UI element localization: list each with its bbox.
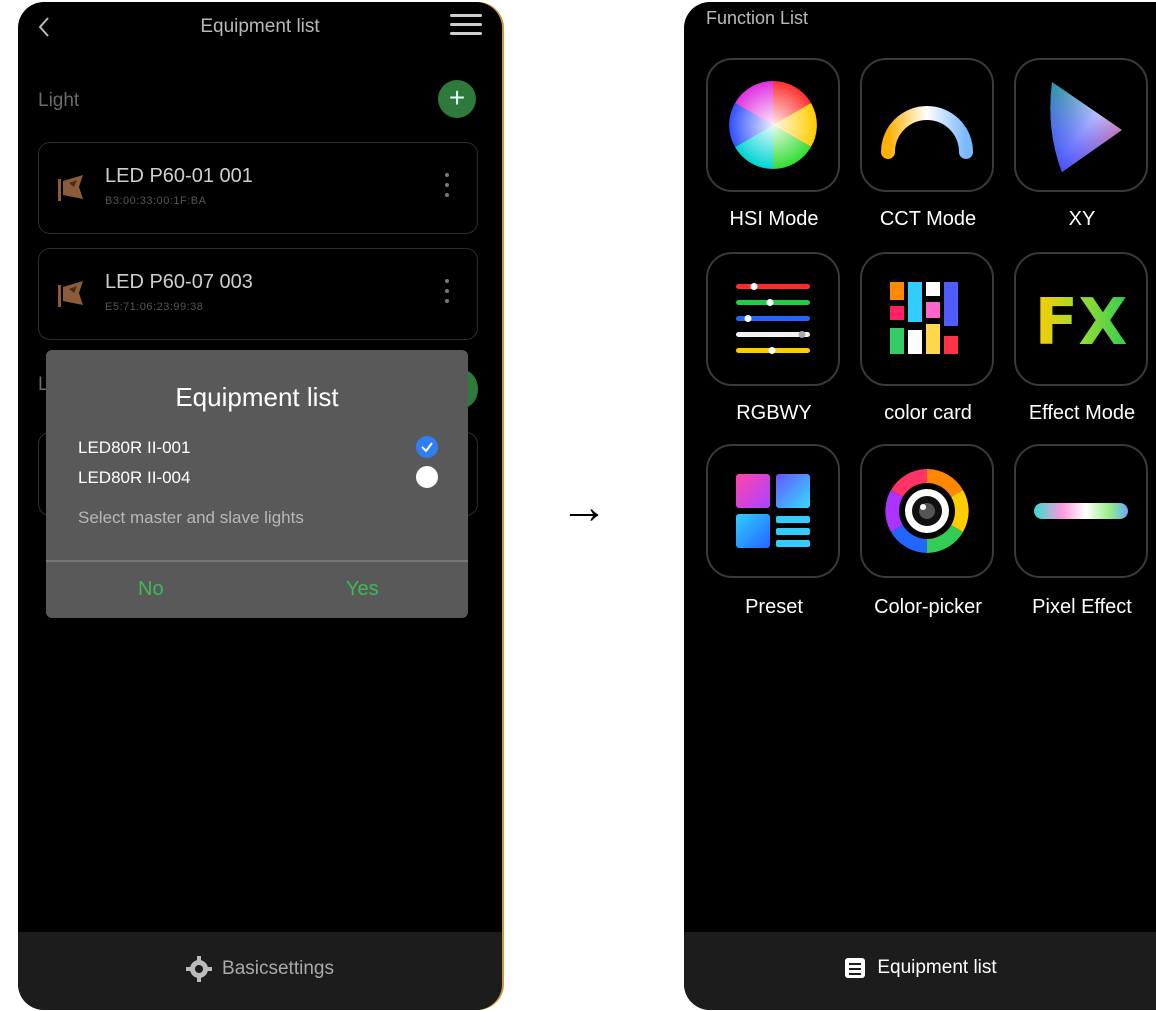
cct-arc-icon <box>881 106 973 159</box>
yes-button[interactable]: Yes <box>346 578 379 601</box>
function-label: XY <box>1068 208 1096 230</box>
xy-gamut-icon <box>1050 82 1122 172</box>
list-icon <box>845 958 866 978</box>
check-icon <box>421 442 433 453</box>
preset-button[interactable] <box>706 444 840 578</box>
transition-arrow: → <box>560 481 608 534</box>
hsi-color-wheel-icon <box>729 81 817 169</box>
light-device-icon <box>58 175 83 201</box>
basic-settings-label: Basicsettings <box>222 958 334 980</box>
function-label: CCT Mode <box>879 208 977 230</box>
function-list-title: Function List <box>706 8 809 28</box>
color-card-button[interactable] <box>860 252 994 386</box>
device-mac: B3:00:33:00:1F:BA <box>105 195 207 207</box>
device-card[interactable]: LED P60-01 001 B3:00:33:00:1F:BA <box>38 142 478 234</box>
equipment-list-screen: Equipment list Light + LED P60-01 001 B3… <box>18 2 502 1010</box>
device-name: LED P60-01 001 <box>105 165 253 187</box>
dialog-title: Equipment list <box>175 382 339 412</box>
option-checkbox-unchecked[interactable] <box>416 466 438 488</box>
pixel-effect-icon <box>1034 503 1128 519</box>
svg-text:FX: FX <box>1034 286 1127 360</box>
effect-mode-button[interactable]: FX <box>1014 252 1148 386</box>
gear-icon <box>186 956 213 982</box>
device-card[interactable]: LED P60-07 003 E5:71:06:23:99:38 <box>38 248 478 340</box>
xy-button[interactable] <box>1014 58 1148 192</box>
function-label: Preset <box>745 596 803 618</box>
pixel-effect-button[interactable] <box>1014 444 1148 578</box>
cct-mode-button[interactable] <box>860 58 994 192</box>
menu-icon[interactable] <box>450 8 482 44</box>
equipment-list-label: Equipment list <box>877 957 997 979</box>
section-light-label: Light <box>38 90 80 111</box>
dialog-option-label: LED80R II-004 <box>78 468 191 487</box>
add-light-button[interactable]: + <box>438 80 476 118</box>
rgbwy-sliders-icon <box>736 283 810 354</box>
no-button[interactable]: No <box>138 578 164 601</box>
color-picker-icon <box>885 469 969 553</box>
dialog-hint: Select master and slave lights <box>78 508 304 527</box>
color-picker-button[interactable] <box>860 444 994 578</box>
option-checkbox-checked[interactable] <box>416 436 438 458</box>
device-mac: E5:71:06:23:99:38 <box>105 301 204 313</box>
device-name: LED P60-07 003 <box>105 271 253 293</box>
function-label: Effect Mode <box>1028 402 1136 424</box>
function-label: Pixel Effect <box>1032 596 1132 618</box>
bottom-bar: Equipment list <box>684 932 1156 1010</box>
rgbwy-button[interactable] <box>706 252 840 386</box>
function-label: RGBWY <box>736 402 812 424</box>
equipment-list-button[interactable]: Equipment list <box>684 956 1156 980</box>
hsi-mode-button[interactable] <box>706 58 840 192</box>
more-options-icon[interactable] <box>443 173 451 205</box>
top-bar: Equipment list <box>18 2 502 54</box>
preset-icon <box>736 474 810 548</box>
dialog-option-label: LED80R II-001 <box>78 438 191 457</box>
light-device-icon <box>58 281 83 307</box>
page-title: Equipment list <box>200 16 320 37</box>
color-card-icon <box>890 282 958 354</box>
basic-settings-button[interactable]: Basicsettings <box>18 956 502 982</box>
more-options-icon[interactable] <box>443 279 451 311</box>
function-label: color card <box>884 402 972 424</box>
bottom-bar: Basicsettings <box>18 932 502 1010</box>
divider <box>46 560 468 562</box>
function-label: Color-picker <box>874 596 982 618</box>
fx-icon: FX <box>1034 286 1127 360</box>
master-slave-dialog: Equipment list LED80R II-001 LED80R II-0… <box>46 350 468 618</box>
function-list-screen: Function List HSI Mode CCT Mode XY RGBWY… <box>684 2 1156 1010</box>
function-label: HSI Mode <box>729 208 819 230</box>
